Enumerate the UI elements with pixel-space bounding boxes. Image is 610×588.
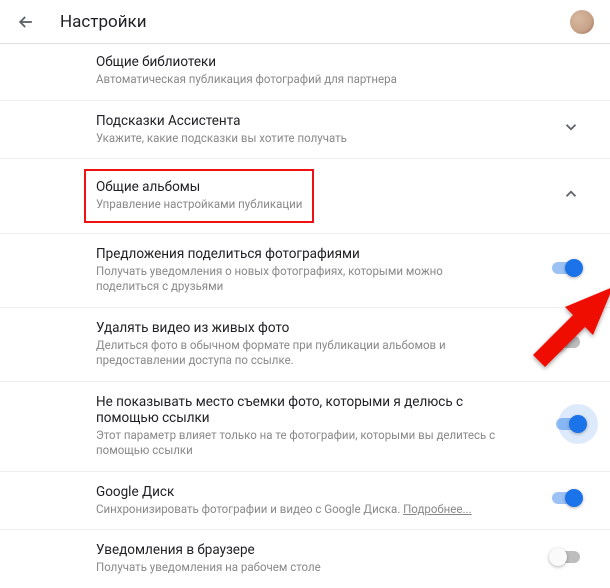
- drive-sub-text: Синхронизировать фотографии и видео с Go…: [96, 502, 403, 516]
- chevron-down-icon: [562, 118, 580, 136]
- setting-share-suggestions: Предложения поделиться фотографиями Полу…: [0, 233, 610, 307]
- app-header: Настройки: [0, 0, 610, 44]
- section-subtitle: Укажите, какие подсказки вы хотите получ…: [96, 131, 556, 147]
- section-shared-libraries[interactable]: Общие библиотеки Автоматическая публикац…: [0, 44, 610, 100]
- back-arrow-icon[interactable]: [16, 12, 36, 32]
- learn-more-link[interactable]: Подробнее...: [403, 502, 472, 516]
- setting-remove-video-from-live: Удалять видео из живых фото Делиться фот…: [0, 307, 610, 381]
- setting-title: Удалять видео из живых фото: [96, 320, 556, 336]
- toggle-share-suggestions[interactable]: [552, 262, 580, 278]
- setting-hide-location: Не показывать место съемки фото, которым…: [0, 381, 610, 471]
- setting-subtitle: Делиться фото в обычном формате при публ…: [96, 338, 476, 369]
- toggle-hide-location[interactable]: [556, 418, 584, 434]
- toggle-browser-notifications[interactable]: [552, 551, 580, 567]
- section-title: Общие библиотеки: [96, 54, 556, 70]
- setting-google-drive: Google Диск Синхронизировать фотографии …: [0, 471, 610, 530]
- toggle-remove-video[interactable]: [552, 336, 580, 352]
- setting-title: Не показывать место съемки фото, которым…: [96, 394, 516, 426]
- section-subtitle: Автоматическая публикация фотографий для…: [96, 72, 556, 88]
- setting-subtitle: Получать уведомления о новых фотографиях…: [96, 264, 496, 295]
- setting-title: Уведомления в браузере: [96, 542, 556, 558]
- section-title: Общие альбомы: [96, 179, 302, 195]
- setting-subtitle: Этот параметр влияет только на те фотогр…: [96, 428, 496, 459]
- section-assistant-hints[interactable]: Подсказки Ассистента Укажите, какие подс…: [0, 100, 610, 159]
- setting-subtitle: Синхронизировать фотографии и видео с Go…: [96, 502, 556, 518]
- page-title: Настройки: [60, 12, 147, 32]
- setting-subtitle: Получать уведомления на рабочем столе: [96, 560, 556, 576]
- collapse-button[interactable]: [562, 185, 580, 207]
- section-shared-albums[interactable]: Общие альбомы Управление настройками пуб…: [0, 158, 610, 233]
- setting-title: Google Диск: [96, 484, 556, 500]
- toggle-google-drive[interactable]: [552, 492, 580, 508]
- section-subtitle: Управление настройками публикации: [96, 197, 302, 213]
- setting-browser-notifications: Уведомления в браузере Получать уведомле…: [0, 529, 610, 588]
- avatar[interactable]: [570, 10, 594, 34]
- section-title: Подсказки Ассистента: [96, 113, 556, 129]
- setting-title: Предложения поделиться фотографиями: [96, 246, 556, 262]
- annotation-highlight: Общие альбомы Управление настройками пуб…: [84, 169, 314, 223]
- chevron-up-icon: [562, 185, 580, 203]
- expand-button[interactable]: [562, 118, 580, 140]
- settings-list: Общие библиотеки Автоматическая публикац…: [0, 44, 610, 588]
